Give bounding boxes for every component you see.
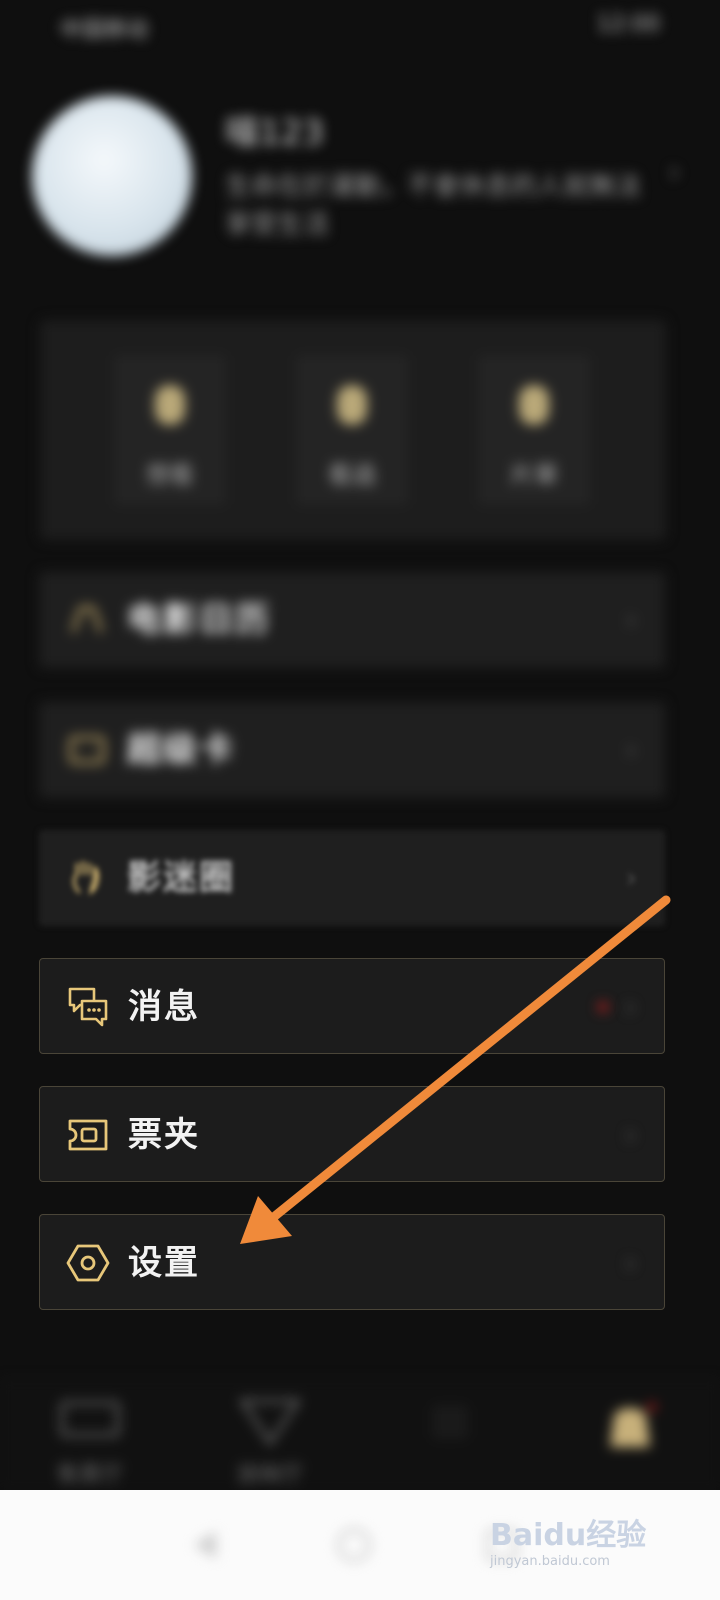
carrier-text: 中国移动 [60,18,149,43]
stat-label: 看過 [328,461,376,489]
profile-tab-icon [610,1403,656,1447]
chevron-right-icon: › [624,1246,636,1279]
status-bar: 中国移动 12:00 [0,0,720,50]
menu-label: 票夹 [128,1115,200,1155]
tab-ticket-hall[interactable]: 售票厅 [0,1381,180,1491]
stat-item[interactable]: 想看 [114,355,226,505]
calendar-icon [71,606,103,633]
settings-hexagon-icon [66,1244,110,1282]
menu-label: 电影日历 [127,600,271,640]
menu-label: 影迷圈 [127,858,235,898]
stat-icon [337,385,367,425]
avatar[interactable] [32,96,192,256]
menu-item-fan-circle[interactable]: 影迷圈 › [39,830,665,926]
chevron-right-icon: › [624,990,636,1023]
back-icon[interactable] [186,1525,226,1565]
stat-label: 想看 [146,461,194,489]
tab-screening-hall[interactable]: 放映厅 [180,1381,360,1491]
watermark-text: Baidu经验 [490,1518,647,1553]
tab-icon [432,1405,468,1439]
system-nav-bar: Baidu经验 jingyan.baidu.com [0,1490,720,1600]
stat-item[interactable]: 片單 [478,355,590,505]
tab-third[interactable] [360,1381,540,1491]
chevron-right-icon: › [625,861,637,894]
home-icon[interactable] [334,1525,374,1565]
unread-badge [598,1002,608,1012]
watermark: Baidu经验 jingyan.baidu.com [490,1510,670,1580]
username: 喵123 [225,113,324,153]
chevron-right-icon: › [624,1118,636,1151]
menu-label: 超级卡 [127,730,235,770]
menu-label: 消息 [128,987,200,1027]
profile-header[interactable]: 喵123 生命在於運動，不會休息的人就無法享受生活 › [0,80,720,270]
stat-icon [519,385,549,425]
ticket-hall-icon [60,1401,120,1437]
stat-icon [155,385,185,425]
card-icon [69,736,105,764]
menu-item-super-card[interactable]: 超级卡 › [39,702,665,798]
menu-item-settings[interactable]: 设置 › [39,1214,665,1310]
tab-mine[interactable] [540,1381,720,1491]
stats-card: 想看 看過 片單 [40,320,666,540]
clock-text: 12:00 [596,12,660,37]
menu-item-ticket-wallet[interactable]: 票夹 › [39,1086,665,1182]
screening-hall-icon [239,1399,301,1446]
chevron-right-icon: › [625,603,637,636]
hand-icon [73,860,99,896]
message-icon [68,987,108,1027]
bottom-tab-bar: 售票厅 放映厅 [0,1380,720,1491]
stat-label: 片單 [510,461,558,489]
menu-label: 设置 [128,1243,200,1283]
watermark-url: jingyan.baidu.com [490,1554,610,1569]
menu-item-messages[interactable]: 消息 › [39,958,665,1054]
stat-item[interactable]: 看過 [296,355,408,505]
tab-label: 放映厅 [236,1463,303,1488]
profile-bio: 生命在於運動，不會休息的人就無法享受生活 [225,172,642,240]
tab-label: 售票厅 [56,1463,123,1488]
chevron-right-icon: › [625,733,637,766]
ticket-icon [68,1119,108,1151]
chevron-right-icon: › [668,155,680,188]
menu-item-calendar[interactable]: 电影日历 › [39,572,665,668]
